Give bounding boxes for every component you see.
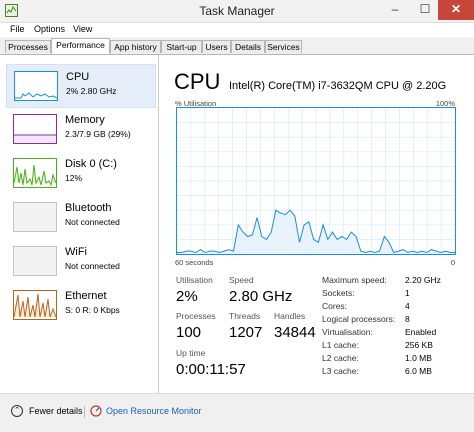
- page-title: CPU: [174, 69, 221, 94]
- handles-value: 34844: [274, 324, 316, 341]
- sidebar-item-subtext: S: 0 R: 0 Kbps: [65, 305, 120, 315]
- close-button[interactable]: ✕: [438, 0, 474, 20]
- task-manager-window: Task Manager – ☐ ✕ File Options View Pro…: [0, 0, 474, 432]
- tab-performance[interactable]: Performance: [51, 38, 110, 54]
- footer-divider: [84, 406, 85, 418]
- threads-label: Threads: [229, 311, 261, 321]
- graph-x-end-label: 0: [450, 258, 455, 267]
- threads-value: 1207: [229, 324, 263, 341]
- info-value-cores: 4: [405, 301, 410, 311]
- resource-monitor-icon: [90, 405, 102, 417]
- sidebar-item-label: WiFi: [65, 246, 87, 258]
- resource-sidebar: CPU 2% 2.80 GHz Memory 2.3/7.9 GB (29%) …: [0, 55, 159, 393]
- sidebar-item-label: Disk 0 (C:): [65, 158, 117, 170]
- tab-start-up[interactable]: Start-up: [161, 40, 202, 53]
- cpu-thumbnail-graph: [14, 71, 58, 101]
- handles-label: Handles: [274, 311, 306, 321]
- tab-strip: Processes Performance App history Start-…: [0, 38, 474, 55]
- menu-file[interactable]: File: [10, 24, 25, 34]
- speed-label: Speed: [229, 275, 254, 285]
- cpu-utilisation-graph: [176, 107, 456, 255]
- info-label-max-speed: Maximum speed:: [322, 275, 387, 285]
- uptime-value: 0:00:11:57: [176, 361, 246, 378]
- tab-details[interactable]: Details: [231, 40, 265, 53]
- sidebar-item-subtext: 12%: [65, 173, 83, 183]
- disk-thumbnail-graph: [13, 158, 57, 188]
- sidebar-item-disk-0[interactable]: Disk 0 (C:) 12%: [6, 152, 156, 196]
- sidebar-item-label: Ethernet: [65, 290, 107, 302]
- cpu-model-name: Intel(R) Core(TM) i7-3632QM CPU @ 2.20G: [229, 80, 447, 92]
- info-label-logical-processors: Logical processors:: [322, 314, 396, 324]
- sidebar-item-memory[interactable]: Memory 2.3/7.9 GB (29%): [6, 108, 156, 152]
- sidebar-item-label: Bluetooth: [65, 202, 112, 214]
- uptime-label: Up time: [176, 348, 206, 358]
- fewer-details-button[interactable]: Fewer details: [29, 406, 83, 416]
- collapse-chevron-icon[interactable]: ⌃: [11, 405, 23, 417]
- sidebar-item-label: CPU: [66, 71, 90, 83]
- menu-view[interactable]: View: [73, 24, 92, 34]
- info-label-l1-cache: L1 cache:: [322, 340, 359, 350]
- menu-bar: File Options View: [0, 23, 474, 37]
- cpu-detail-panel: CPU Intel(R) Core(TM) i7-3632QM CPU @ 2.…: [170, 55, 470, 393]
- bluetooth-thumbnail-graph: [13, 202, 57, 232]
- open-resource-monitor-link[interactable]: Open Resource Monitor: [106, 406, 202, 416]
- sidebar-item-subtext: 2.3/7.9 GB (29%): [65, 129, 131, 139]
- processes-label: Processes: [176, 311, 216, 321]
- info-value-l1-cache: 256 KB: [405, 340, 433, 350]
- utilisation-label: Utilisation: [176, 275, 213, 285]
- menu-options[interactable]: Options: [34, 24, 65, 34]
- graph-x-start-label: 60 seconds: [175, 258, 214, 267]
- speed-value: 2.80 GHz: [229, 288, 293, 305]
- sidebar-item-label: Memory: [65, 114, 105, 126]
- performance-pane: CPU 2% 2.80 GHz Memory 2.3/7.9 GB (29%) …: [0, 55, 474, 393]
- graph-gridlines: [177, 108, 455, 254]
- info-label-cores: Cores:: [322, 301, 348, 311]
- info-label-l2-cache: L2 cache:: [322, 353, 359, 363]
- info-value-l2-cache: 1.0 MB: [405, 353, 432, 363]
- minimize-button[interactable]: –: [380, 0, 410, 20]
- info-value-max-speed: 2.20 GHz: [405, 275, 441, 285]
- sidebar-item-bluetooth[interactable]: Bluetooth Not connected: [6, 196, 156, 240]
- maximize-button[interactable]: ☐: [410, 0, 440, 20]
- sidebar-item-subtext: Not connected: [65, 217, 120, 227]
- footer-bar: ⌃ Fewer details Open Resource Monitor: [0, 393, 474, 432]
- info-label-virtualisation: Virtualisation:: [322, 327, 373, 337]
- processes-value: 100: [176, 324, 202, 341]
- sidebar-item-subtext: 2% 2.80 GHz: [66, 86, 117, 96]
- info-value-sockets: 1: [405, 288, 410, 298]
- ethernet-thumbnail-graph: [13, 290, 57, 320]
- tab-app-history[interactable]: App history: [110, 40, 161, 53]
- info-label-l3-cache: L3 cache:: [322, 366, 359, 376]
- title-bar[interactable]: Task Manager – ☐ ✕: [0, 0, 474, 23]
- memory-thumbnail-graph: [13, 114, 57, 144]
- tab-processes[interactable]: Processes: [5, 40, 51, 53]
- info-value-virtualisation: Enabled: [405, 327, 437, 337]
- info-label-sockets: Sockets:: [322, 288, 355, 298]
- info-value-logical-processors: 8: [405, 314, 410, 324]
- sidebar-item-ethernet[interactable]: Ethernet S: 0 R: 0 Kbps: [6, 284, 156, 328]
- sidebar-item-subtext: Not connected: [65, 261, 120, 271]
- sidebar-item-wifi[interactable]: WiFi Not connected: [6, 240, 156, 284]
- utilisation-value: 2%: [176, 288, 198, 305]
- tab-users[interactable]: Users: [202, 40, 231, 53]
- wifi-thumbnail-graph: [13, 246, 57, 276]
- info-value-l3-cache: 6.0 MB: [405, 366, 432, 376]
- tab-services[interactable]: Services: [265, 40, 302, 53]
- cpu-graph-svg: [177, 108, 455, 254]
- sidebar-item-cpu[interactable]: CPU 2% 2.80 GHz: [6, 64, 156, 108]
